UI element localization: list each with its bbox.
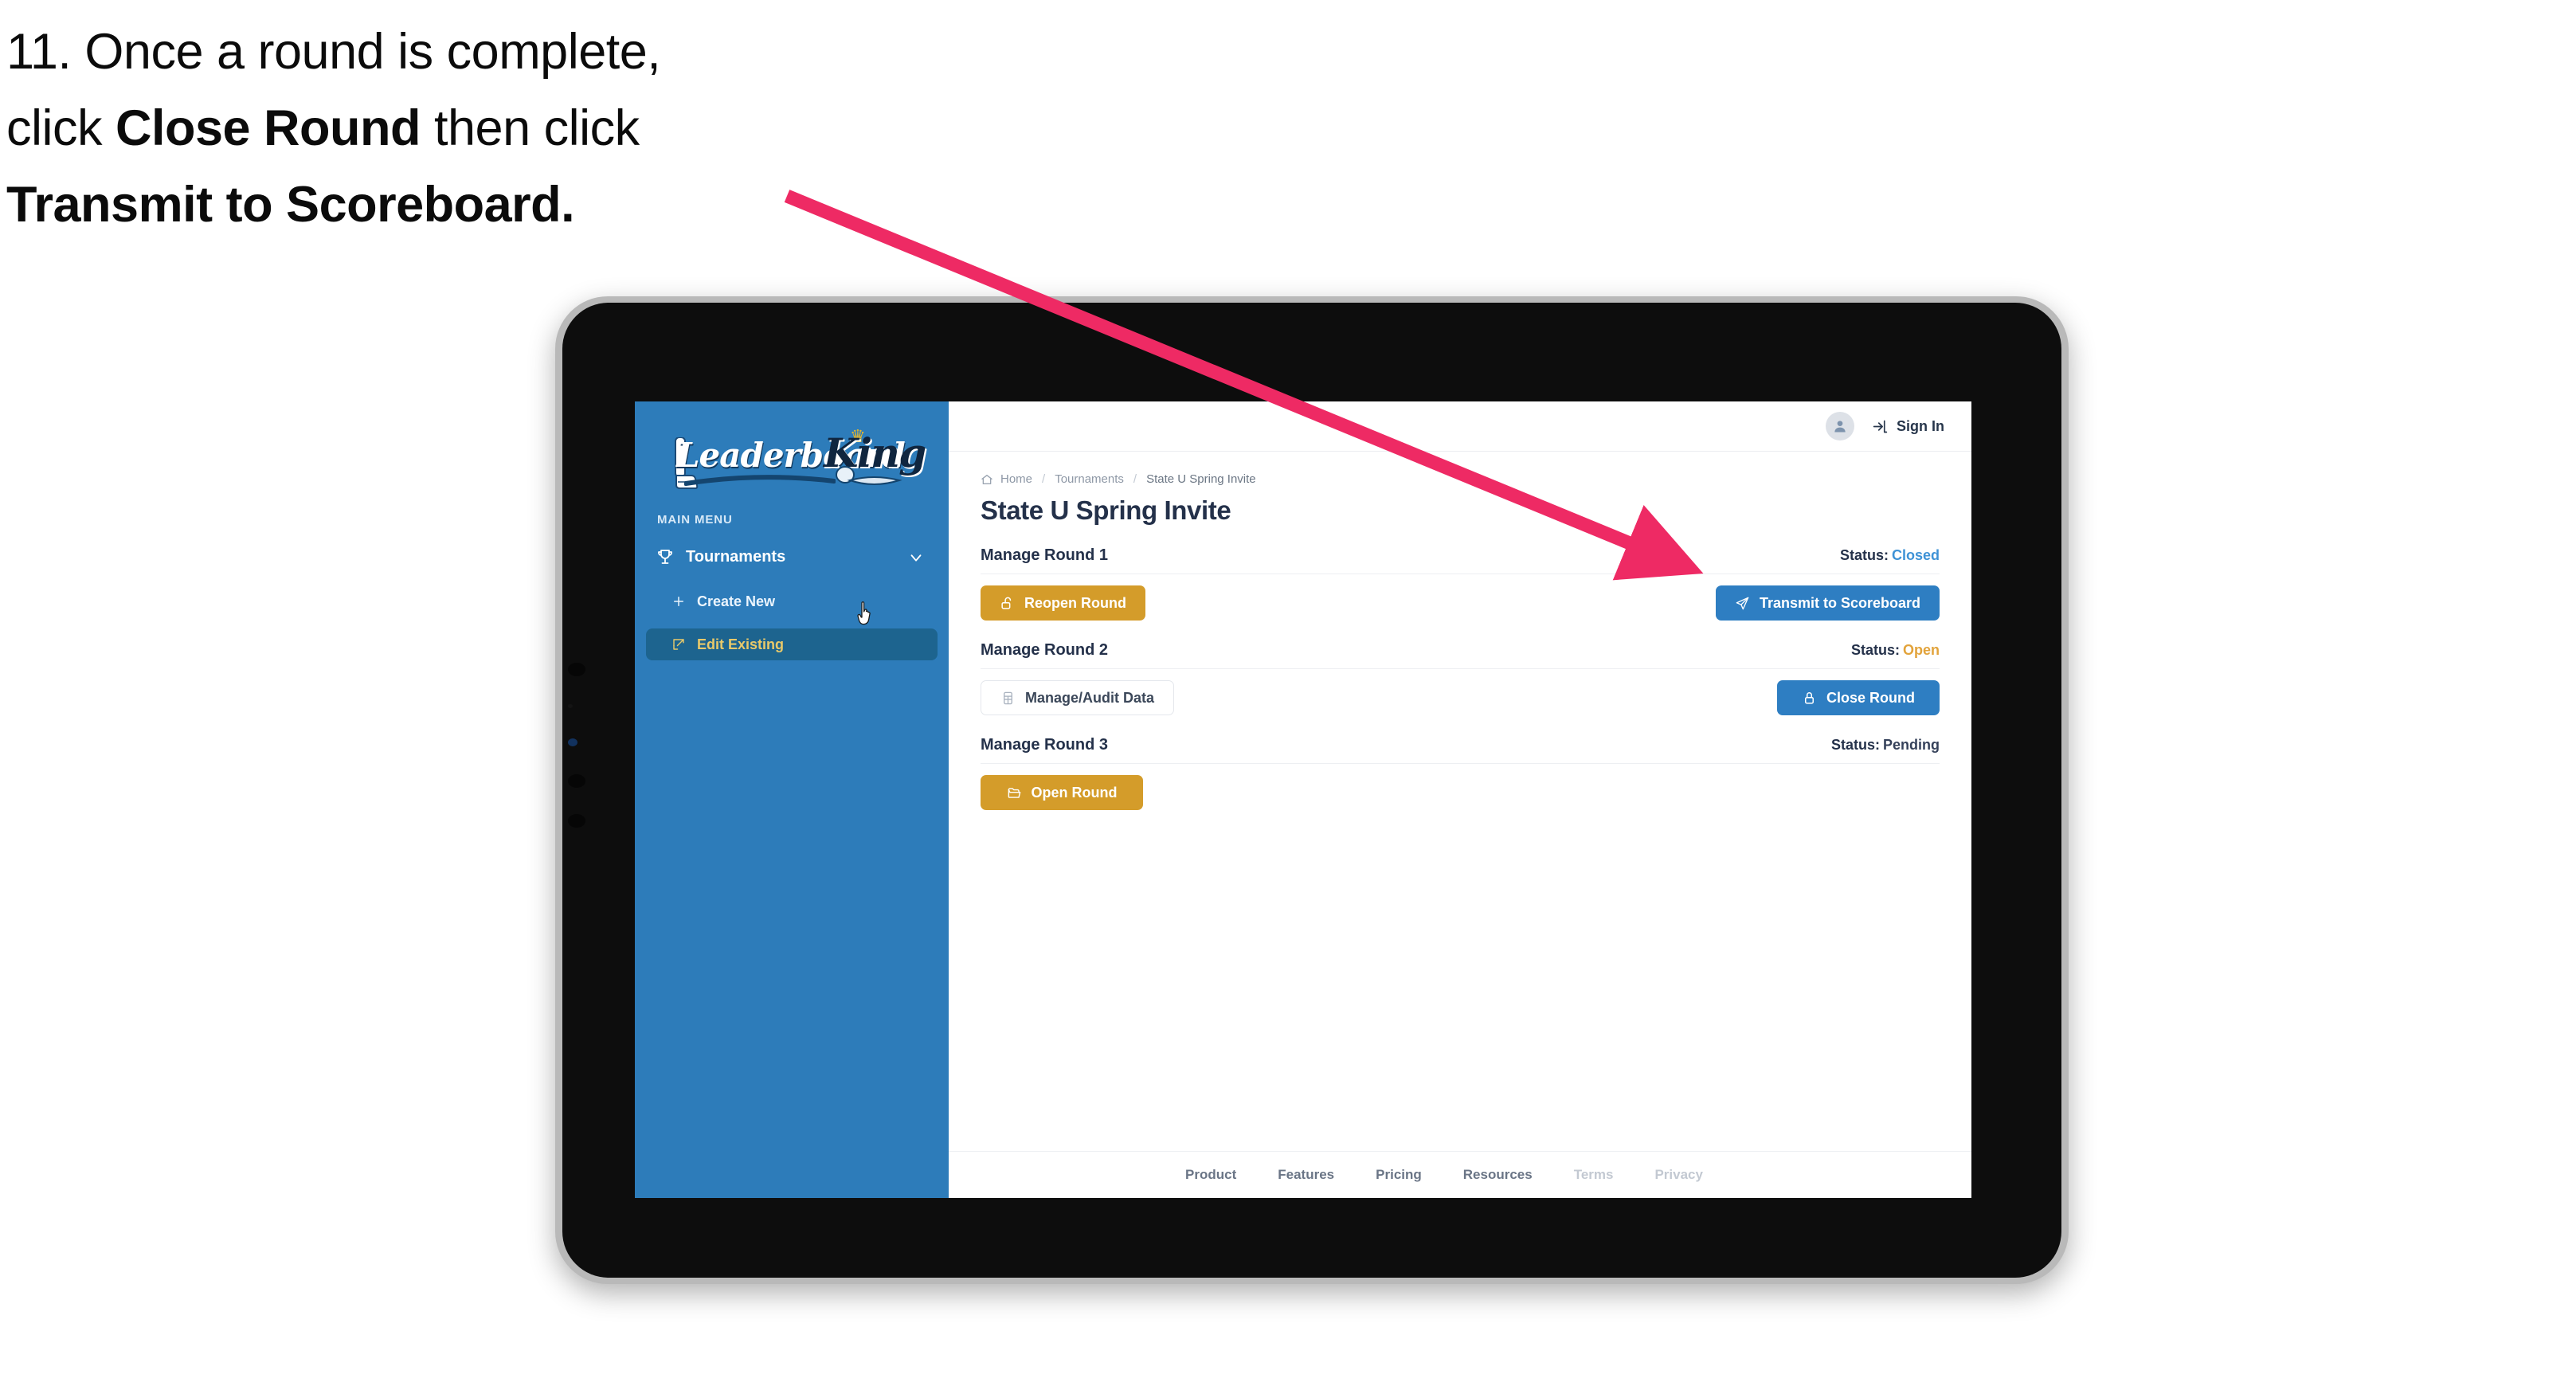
reopen-round-label: Reopen Round (1024, 594, 1126, 611)
plus-icon (671, 594, 686, 609)
round-header: Manage Round 3 Status: Pending (981, 736, 1940, 764)
close-round-label: Close Round (1826, 689, 1915, 706)
breadcrumb: Home / Tournaments / State U Spring Invi… (981, 472, 1940, 486)
round-section-3: Manage Round 3 Status: Pending Open Round (981, 736, 1940, 810)
status-value: Open (1902, 642, 1940, 658)
sidebar: Leaderboard ♛ King MAIN MENU Tournaments… (635, 401, 949, 1198)
avatar[interactable] (1826, 412, 1854, 440)
chevron-down-icon[interactable] (907, 549, 925, 571)
sidebar-item-create-new[interactable]: Create New (646, 585, 938, 617)
footer: Product Features Pricing Resources Terms… (949, 1151, 1971, 1198)
sidebar-item-create-new-label: Create New (697, 593, 776, 609)
breadcrumb-item-tournaments[interactable]: Tournaments (1055, 472, 1124, 486)
status-badge: Status: Pending (1828, 737, 1940, 754)
transmit-to-scoreboard-button[interactable]: Transmit to Scoreboard (1715, 585, 1940, 621)
sign-in-button[interactable]: Sign In (1872, 418, 1944, 435)
table-grid-icon (1000, 691, 1016, 706)
home-icon (981, 473, 993, 486)
caption-line-2: click Close Round then click (6, 91, 883, 167)
main-menu-label: MAIN MENU (657, 513, 733, 527)
status-badge: Status: Open (1848, 642, 1940, 659)
round-section-1: Manage Round 1 Status: Closed Reopen Roun… (981, 546, 1940, 621)
open-round-button[interactable]: Open Round (981, 775, 1143, 810)
caption-line-2-pre: click (6, 100, 115, 156)
camera-lens-icon (568, 738, 577, 746)
breadcrumb-separator: / (1042, 472, 1046, 486)
sidebar-item-tournaments-label: Tournaments (686, 547, 786, 566)
caption-line-1: 11. Once a round is complete, (6, 24, 661, 80)
status-value: Closed (1891, 547, 1940, 563)
manage-audit-data-label: Manage/Audit Data (1025, 689, 1155, 706)
status-label: Status: (1830, 737, 1880, 753)
transmit-to-scoreboard-label: Transmit to Scoreboard (1759, 594, 1920, 611)
footer-link-privacy[interactable]: Privacy (1654, 1167, 1703, 1183)
breadcrumb-item-current: State U Spring Invite (1146, 472, 1256, 486)
round-actions: Manage/Audit Data Close Round (981, 680, 1940, 715)
footer-link-features[interactable]: Features (1278, 1167, 1334, 1183)
sidebar-item-edit-existing[interactable]: Edit Existing (646, 628, 938, 660)
round-actions: Open Round (981, 775, 1940, 810)
app-screen: Leaderboard ♛ King MAIN MENU Tournaments… (635, 401, 1971, 1198)
caption-line-3: Transmit to Scoreboard. (6, 167, 883, 244)
sensor-dot (568, 704, 573, 708)
login-arrow-icon (1872, 418, 1889, 435)
sign-in-label: Sign In (1897, 417, 1944, 434)
tablet-device: Leaderboard ♛ King MAIN MENU Tournaments… (555, 296, 2069, 1284)
status-badge: Status: Closed (1837, 547, 1940, 564)
instruction-caption: 11. Once a round is complete, click Clos… (6, 14, 883, 243)
edit-square-icon (671, 637, 686, 652)
user-avatar-icon (1834, 421, 1846, 433)
open-round-label: Open Round (1031, 784, 1118, 801)
round-header: Manage Round 1 Status: Closed (981, 546, 1940, 574)
folder-open-icon (1007, 785, 1022, 801)
sidebar-item-edit-existing-label: Edit Existing (697, 636, 785, 652)
main-panel: Sign In Home / Tournaments / State U Spr… (949, 401, 1971, 1198)
unlock-icon (1000, 596, 1015, 611)
manage-audit-data-button[interactable]: Manage/Audit Data (981, 680, 1175, 715)
status-value: Pending (1883, 737, 1940, 753)
caption-bold-transmit: Transmit to Scoreboard. (6, 176, 575, 233)
reopen-round-button[interactable]: Reopen Round (981, 585, 1145, 621)
trophy-icon (656, 547, 675, 566)
page-title: State U Spring Invite (981, 495, 1231, 525)
tablet-sensor-dots (565, 663, 585, 870)
footer-link-terms[interactable]: Terms (1574, 1167, 1614, 1183)
breadcrumb-item-home[interactable]: Home (1000, 472, 1032, 486)
sensor-dot (568, 663, 585, 676)
round-name: Manage Round 3 (981, 736, 1109, 754)
caption-bold-close-round: Close Round (115, 100, 421, 156)
send-plane-icon (1735, 596, 1750, 611)
round-name: Manage Round 1 (981, 546, 1109, 564)
status-label: Status: (1839, 547, 1889, 563)
sensor-dot (568, 774, 585, 788)
app-logo[interactable]: Leaderboard ♛ King (635, 422, 949, 491)
footer-link-resources[interactable]: Resources (1463, 1167, 1533, 1183)
page-content: Home / Tournaments / State U Spring Invi… (949, 452, 1971, 1151)
footer-link-pricing[interactable]: Pricing (1376, 1167, 1422, 1183)
caption-line-2-post: then click (421, 100, 640, 156)
footer-link-product[interactable]: Product (1185, 1167, 1236, 1183)
round-section-2: Manage Round 2 Status: Open Manage/Audit … (981, 641, 1940, 715)
golf-ball-tee-icon (836, 466, 902, 485)
sidebar-item-tournaments[interactable]: Tournaments (635, 539, 949, 574)
round-header: Manage Round 2 Status: Open (981, 641, 1940, 669)
sensor-dot (568, 814, 585, 828)
round-name: Manage Round 2 (981, 641, 1109, 659)
breadcrumb-separator: / (1133, 472, 1137, 486)
close-round-button[interactable]: Close Round (1777, 680, 1940, 715)
lock-icon (1802, 691, 1817, 706)
round-actions: Reopen Round Transmit to Scoreboard (981, 585, 1940, 621)
pointing-hand-cursor (855, 601, 876, 630)
logo-swoosh (684, 475, 836, 486)
top-bar: Sign In (949, 401, 1971, 452)
status-label: Status: (1850, 642, 1900, 658)
